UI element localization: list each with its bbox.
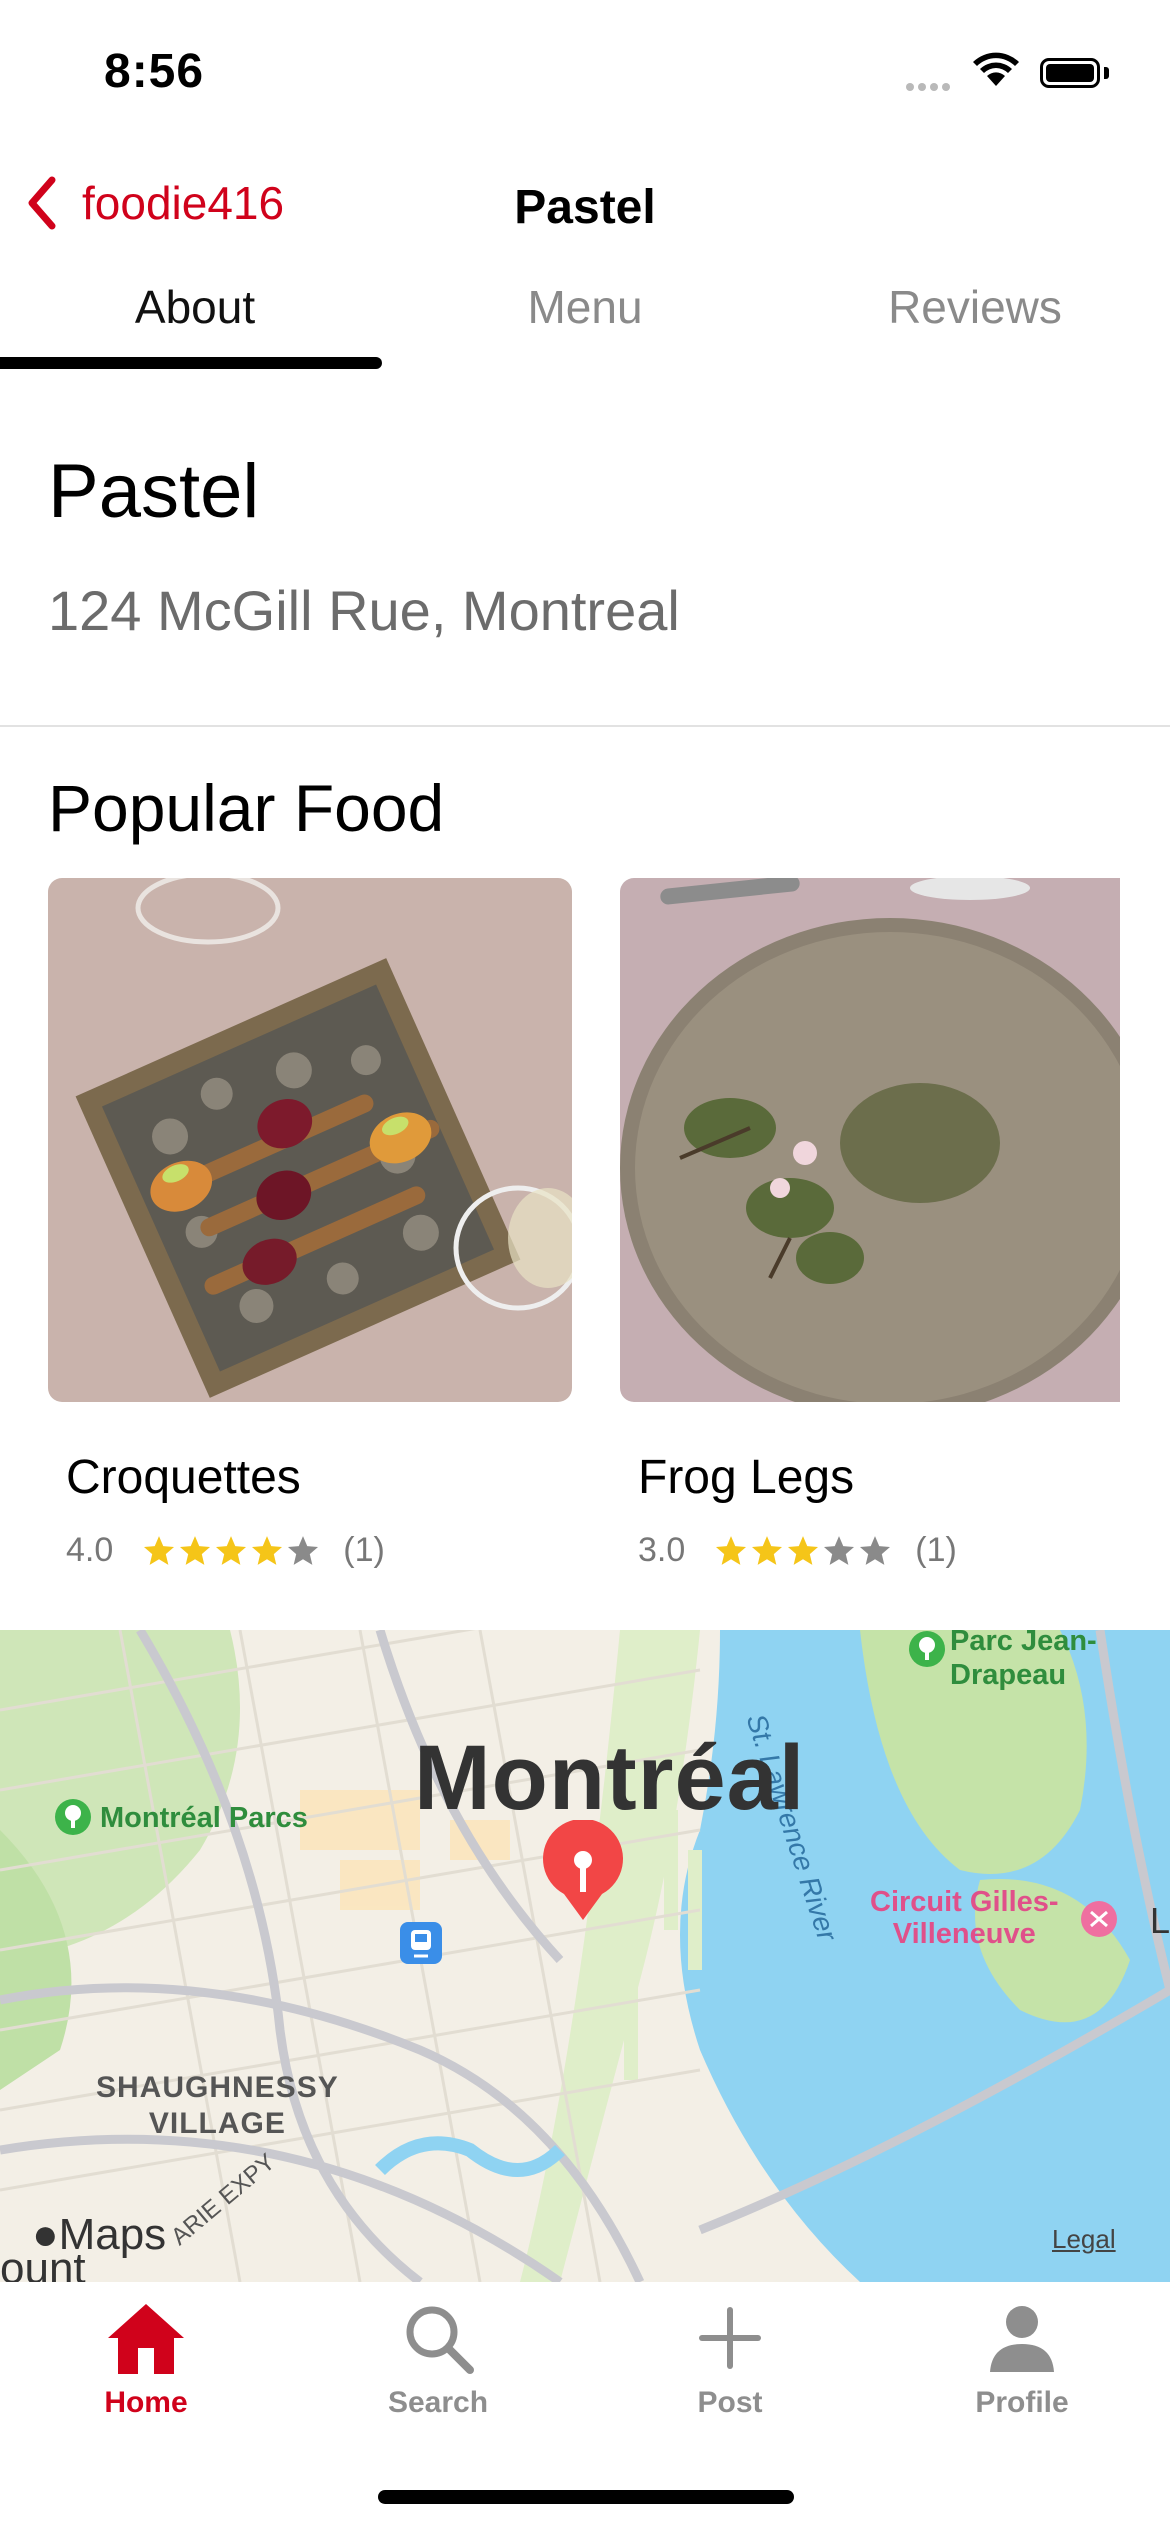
- legal-link[interactable]: Legal: [1052, 2224, 1116, 2255]
- apple-logo-icon: ●: [32, 2210, 59, 2259]
- food-photo-croquettes: [48, 878, 572, 1402]
- food-photo-frog-legs: [620, 878, 1120, 1402]
- chevron-left-icon: [28, 176, 56, 230]
- food-card-frog-legs[interactable]: Frog Legs 3.0 (1): [620, 878, 1120, 1570]
- person-icon: [990, 2306, 1054, 2372]
- food-name: Croquettes: [66, 1451, 301, 1504]
- map-label-park-jean: Parc Jean- Drapeau: [950, 1630, 1097, 1691]
- star-icon: [180, 1535, 211, 1565]
- tab-profile[interactable]: Profile: [876, 2300, 1168, 2420]
- park-icon: [908, 1630, 946, 1673]
- tab-profile-label: Profile: [975, 2386, 1069, 2419]
- home-icon: [108, 2304, 184, 2374]
- star-icon: [752, 1535, 783, 1565]
- map-label-partial-right: L: [1150, 1900, 1170, 1941]
- star-rating: [141, 1534, 321, 1568]
- map-label-shaughnessy: SHAUGHNESSY VILLAGE: [96, 2071, 339, 2140]
- tab-home[interactable]: Home: [0, 2300, 292, 2420]
- battery-icon: [1040, 58, 1100, 88]
- search-icon: [406, 2306, 474, 2374]
- cellular-signal-icon: [906, 78, 954, 96]
- maps-attribution-label: Maps: [58, 2210, 167, 2259]
- divider: [0, 725, 1170, 727]
- star-icon: [144, 1535, 175, 1565]
- park-icon: [54, 1798, 92, 1841]
- restaurant-address: 124 McGill Rue, Montreal: [48, 579, 680, 642]
- star-icon: [860, 1535, 891, 1565]
- star-icon: [288, 1535, 319, 1565]
- rating-row: 4.0 (1): [66, 1531, 572, 1570]
- tab-post[interactable]: Post: [584, 2300, 876, 2420]
- active-tab-indicator: [0, 357, 382, 369]
- star-icon: [788, 1535, 819, 1565]
- star-rating: [713, 1534, 893, 1568]
- tab-about[interactable]: About: [0, 280, 390, 334]
- rating-count: (1): [343, 1531, 385, 1569]
- metro-station-icon: [400, 1922, 442, 1969]
- map-label-circuit: Circuit Gilles- Villeneuve: [870, 1886, 1059, 1950]
- maps-attribution: ●Maps: [32, 2210, 166, 2260]
- location-pin-icon[interactable]: [540, 1818, 626, 1929]
- food-card-croquettes[interactable]: Croquettes 4.0 (1): [48, 878, 572, 1570]
- home-indicator: [378, 2490, 794, 2504]
- status-time: 8:56: [104, 45, 205, 98]
- food-name: Frog Legs: [638, 1451, 855, 1504]
- tab-search-label: Search: [387, 2386, 489, 2419]
- rating-value: 3.0: [638, 1531, 686, 1569]
- tab-reviews[interactable]: Reviews: [780, 280, 1170, 334]
- rating-count: (1): [915, 1531, 957, 1569]
- wifi-icon: [972, 52, 1020, 93]
- tab-post-label: Post: [697, 2386, 763, 2419]
- rating-value: 4.0: [66, 1531, 114, 1569]
- star-icon: [252, 1535, 283, 1565]
- tab-search[interactable]: Search: [292, 2300, 584, 2420]
- restaurant-name: Pastel: [48, 449, 260, 534]
- star-icon: [824, 1535, 855, 1565]
- plus-icon: [699, 2307, 761, 2369]
- racetrack-icon: [1080, 1900, 1118, 1943]
- battery-nub: [1104, 67, 1109, 79]
- star-icon: [216, 1535, 247, 1565]
- star-icon: [716, 1535, 747, 1565]
- tab-home-label: Home: [104, 2386, 188, 2419]
- map-label-parcs: Montréal Parcs: [100, 1802, 308, 1834]
- rating-row: 3.0 (1): [638, 1531, 1120, 1570]
- popular-food-title: Popular Food: [48, 771, 445, 845]
- map-city-label: Montréal: [414, 1727, 806, 1829]
- back-button[interactable]: foodie416: [26, 176, 284, 230]
- back-button-label: foodie416: [82, 177, 285, 229]
- tab-menu[interactable]: Menu: [390, 280, 780, 334]
